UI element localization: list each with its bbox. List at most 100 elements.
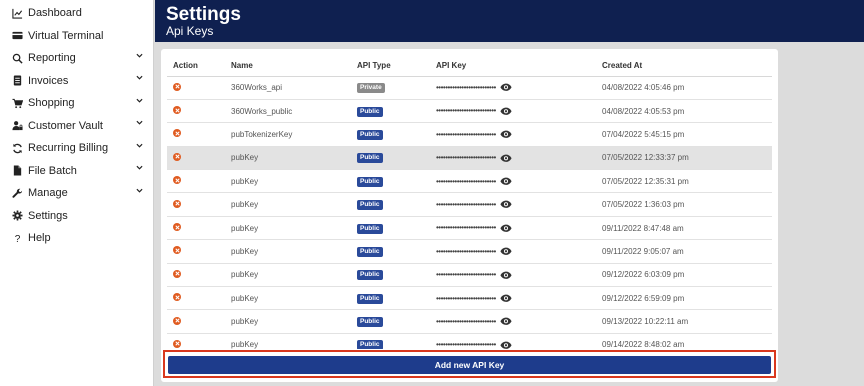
delete-icon[interactable] xyxy=(173,82,181,91)
sidebar-item-file-batch[interactable]: File Batch xyxy=(0,160,153,183)
api-type-cell: Public xyxy=(357,192,436,217)
file-icon xyxy=(11,165,23,177)
sidebar-item-customer-vault[interactable]: Customer Vault xyxy=(0,115,153,138)
sidebar-item-virtual-terminal[interactable]: Virtual Terminal xyxy=(0,25,153,48)
created-at: 09/12/2022 6:03:09 pm xyxy=(602,263,772,288)
eye-icon[interactable] xyxy=(500,247,512,256)
eye-icon[interactable] xyxy=(500,107,512,116)
masked-api-key: •••••••••••••••••••••••••• xyxy=(436,83,496,92)
api-type-badge: Public xyxy=(357,293,383,304)
search-icon xyxy=(11,52,23,64)
sidebar-item-label: Invoices xyxy=(28,74,69,87)
table-row[interactable]: pubKey Public •••••••••••••••••••••••••• 09… xyxy=(167,309,772,334)
action-cell xyxy=(167,333,231,349)
masked-api-key: •••••••••••••••••••••••••• xyxy=(436,340,496,349)
eye-icon[interactable] xyxy=(500,271,512,280)
eye-icon[interactable] xyxy=(500,317,512,326)
eye-icon[interactable] xyxy=(500,341,512,349)
created-at: 09/14/2022 8:48:02 am xyxy=(602,333,772,349)
table-row[interactable]: 360Works_api Private •••••••••••••••••••••… xyxy=(167,76,772,100)
eye-icon[interactable] xyxy=(500,224,512,233)
eye-icon[interactable] xyxy=(500,177,512,186)
delete-icon[interactable] xyxy=(173,223,181,232)
delete-icon[interactable] xyxy=(173,269,181,278)
sidebar-nav: Dashboard Virtual Terminal Reporting Invoic… xyxy=(0,2,153,250)
created-at: 07/05/2022 12:33:37 pm xyxy=(602,146,772,171)
cart-icon xyxy=(11,97,23,109)
api-type-cell: Public xyxy=(357,309,436,334)
delete-icon[interactable] xyxy=(173,106,181,115)
table-row[interactable]: pubKey Public •••••••••••••••••••••••••• 09… xyxy=(167,263,772,288)
created-at: 09/12/2022 6:59:09 pm xyxy=(602,286,772,311)
created-at: 09/11/2022 9:05:07 am xyxy=(602,239,772,264)
table-row[interactable]: pubKey Public •••••••••••••••••••••••••• 09… xyxy=(167,216,772,241)
delete-icon[interactable] xyxy=(173,152,181,161)
question-icon: ? xyxy=(11,232,23,244)
api-type-cell: Public xyxy=(357,169,436,194)
sidebar-item-settings[interactable]: Settings xyxy=(0,205,153,228)
table-row[interactable]: pubKey Public •••••••••••••••••••••••••• 07… xyxy=(167,146,772,171)
masked-api-key: •••••••••••••••••••••••••• xyxy=(436,223,496,233)
table-row[interactable]: 360Works_public Public •••••••••••••••••••… xyxy=(167,99,772,124)
eye-icon[interactable] xyxy=(500,294,512,303)
wrench-icon xyxy=(11,187,23,199)
gear-icon xyxy=(11,210,23,222)
api-key-cell: •••••••••••••••••••••••••• xyxy=(436,239,602,264)
api-type-cell: Public xyxy=(357,99,436,124)
delete-icon[interactable] xyxy=(173,316,181,325)
sidebar-item-label: Dashboard xyxy=(28,7,82,20)
sidebar-item-dashboard[interactable]: Dashboard xyxy=(0,2,153,25)
sidebar-item-reporting[interactable]: Reporting xyxy=(0,47,153,70)
table-row[interactable]: pubKey Public •••••••••••••••••••••••••• 09… xyxy=(167,239,772,264)
eye-icon[interactable] xyxy=(500,83,512,92)
masked-api-key: •••••••••••••••••••••••••• xyxy=(436,199,496,209)
api-type-badge: Public xyxy=(357,317,383,328)
delete-icon[interactable] xyxy=(173,246,181,255)
action-cell xyxy=(167,263,231,288)
table-row[interactable]: pubKey Public •••••••••••••••••••••••••• 07… xyxy=(167,192,772,217)
api-key-cell: •••••••••••••••••••••••••• xyxy=(436,333,602,349)
table-row[interactable]: pubKey Public •••••••••••••••••••••••••• 09… xyxy=(167,333,772,349)
sidebar-item-shopping[interactable]: Shopping xyxy=(0,92,153,115)
table-row[interactable]: pubKey Public •••••••••••••••••••••••••• 07… xyxy=(167,169,772,194)
api-key-cell: •••••••••••••••••••••••••• xyxy=(436,309,602,334)
table-row[interactable]: pubKey Public •••••••••••••••••••••••••• 09… xyxy=(167,286,772,311)
action-cell xyxy=(167,192,231,217)
key-name: pubKey xyxy=(231,263,357,288)
api-type-cell: Public xyxy=(357,216,436,241)
svg-text:?: ? xyxy=(14,234,20,244)
sidebar-item-invoices[interactable]: Invoices xyxy=(0,70,153,93)
chevron-down-icon xyxy=(135,164,143,172)
delete-icon[interactable] xyxy=(173,293,181,302)
masked-api-key: •••••••••••••••••••••••••• xyxy=(436,153,496,163)
sidebar-item-label: Help xyxy=(28,232,51,245)
api-key-cell: •••••••••••••••••••••••••• xyxy=(436,263,602,288)
api-keys-table-container[interactable]: Action Name API Type API Key Created At … xyxy=(167,55,772,349)
add-api-key-button[interactable]: Add new API Key xyxy=(168,356,771,374)
action-cell xyxy=(167,122,231,147)
page-title: Settings xyxy=(166,4,241,25)
key-name: pubKey xyxy=(231,192,357,217)
eye-icon[interactable] xyxy=(500,154,512,163)
eye-icon[interactable] xyxy=(500,200,512,209)
delete-icon[interactable] xyxy=(173,176,181,185)
api-key-cell: •••••••••••••••••••••••••• xyxy=(436,146,602,171)
delete-icon[interactable] xyxy=(173,199,181,208)
delete-icon[interactable] xyxy=(173,129,181,138)
sidebar-item-label: Settings xyxy=(28,209,68,222)
key-name: pubKey xyxy=(231,309,357,334)
sync-icon xyxy=(11,142,23,154)
delete-icon[interactable] xyxy=(173,339,181,348)
api-type-badge: Public xyxy=(357,340,383,349)
api-type-badge: Public xyxy=(357,200,383,211)
sidebar-item-label: Reporting xyxy=(28,52,76,65)
table-row[interactable]: pubTokenizerKey Public •••••••••••••••••••… xyxy=(167,122,772,147)
chevron-down-icon xyxy=(135,74,143,82)
add-button-highlight: Add new API Key xyxy=(163,350,776,378)
eye-icon[interactable] xyxy=(500,130,512,139)
chevron-down-icon xyxy=(135,51,143,59)
sidebar-item-recurring-billing[interactable]: Recurring Billing xyxy=(0,137,153,160)
created-at: 09/11/2022 8:47:48 am xyxy=(602,216,772,241)
sidebar-item-manage[interactable]: Manage xyxy=(0,182,153,205)
sidebar-item-help[interactable]: ? Help xyxy=(0,227,153,250)
